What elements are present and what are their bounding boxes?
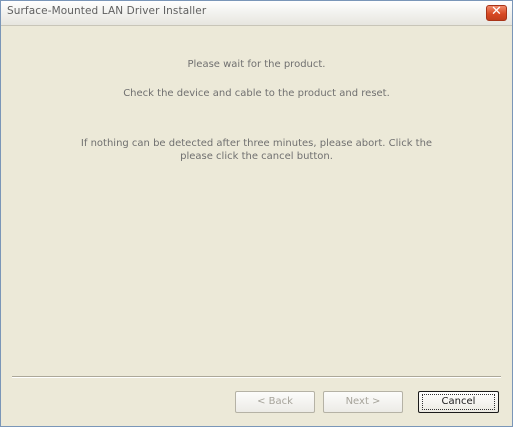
footer-separator — [12, 376, 501, 378]
back-button[interactable]: < Back — [235, 391, 315, 413]
timeout-message-line1: If nothing can be detected after three m… — [80, 138, 433, 149]
next-button[interactable]: Next > — [323, 391, 403, 413]
close-icon: ✕ — [491, 4, 502, 19]
wizard-content: Please wait for the product. Check the d… — [1, 26, 512, 371]
installer-window: Surface-Mounted LAN Driver Installer ✕ P… — [0, 0, 513, 427]
status-message: Please wait for the product. — [187, 59, 326, 70]
cancel-button[interactable]: Cancel — [418, 391, 499, 413]
window-title: Surface-Mounted LAN Driver Installer — [7, 5, 207, 17]
cancel-button-label: Cancel — [441, 396, 476, 407]
close-button[interactable]: ✕ — [486, 4, 507, 21]
timeout-message-line2: please click the cancel button. — [180, 151, 333, 162]
instruction-message: Check the device and cable to the produc… — [123, 88, 390, 99]
title-bar[interactable]: Surface-Mounted LAN Driver Installer ✕ — [1, 1, 512, 26]
